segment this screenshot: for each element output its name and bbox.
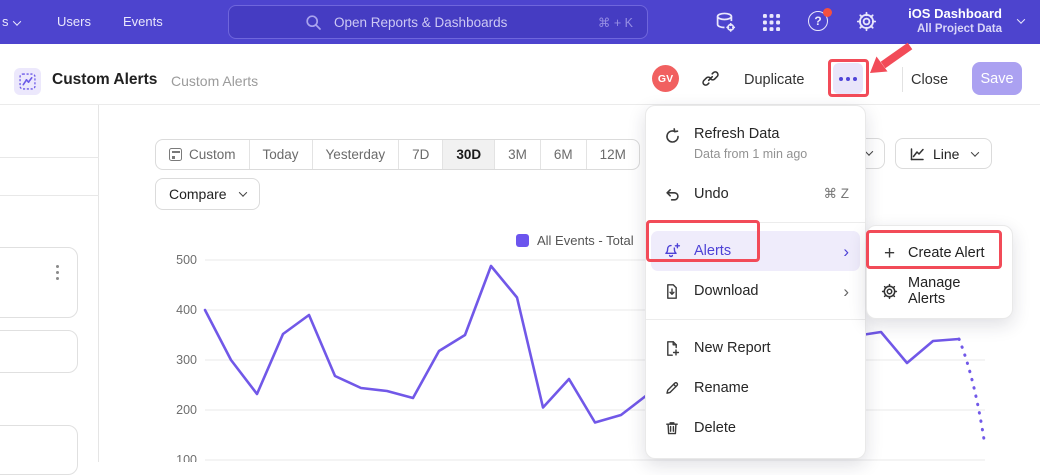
nav-item-events[interactable]: Events — [123, 14, 163, 29]
help-icon[interactable]: ? — [808, 11, 828, 31]
divider — [646, 319, 865, 320]
refresh-icon — [662, 128, 682, 145]
range-12m[interactable]: 12M — [587, 140, 639, 169]
chevron-down-icon — [238, 188, 246, 196]
search-placeholder: Open Reports & Dashboards — [334, 15, 507, 30]
share-link-icon[interactable] — [701, 69, 720, 93]
chevron-down-icon — [12, 17, 20, 25]
avatar[interactable]: GV — [652, 65, 679, 92]
range-custom[interactable]: Custom — [156, 140, 250, 169]
top-navbar: s Users Events Open Reports & Dashboards… — [0, 0, 1040, 44]
nav-item-partial[interactable]: s — [2, 14, 20, 29]
list-item[interactable] — [0, 330, 78, 373]
menu-item-label: Delete — [694, 420, 736, 436]
submenu-item-create-alert[interactable]: + Create Alert — [867, 234, 1012, 272]
shortcut-hint: ⌘ Z — [824, 186, 850, 202]
submenu-item-manage-alerts[interactable]: Manage Alerts — [867, 272, 1012, 310]
menu-item-refresh-data[interactable]: Refresh Data Data from 1 min ago — [646, 116, 865, 174]
search-icon — [305, 14, 322, 31]
report-icon — [14, 68, 41, 95]
menu-item-undo[interactable]: Undo ⌘ Z — [646, 174, 865, 214]
close-button[interactable]: Close — [911, 72, 948, 88]
divider — [0, 195, 99, 196]
legend-label: All Events - Total — [537, 233, 634, 248]
svg-text:300: 300 — [176, 353, 197, 367]
chevron-right-icon: › — [843, 283, 849, 300]
page-title: Custom Alerts — [52, 71, 157, 89]
undo-icon — [662, 186, 682, 203]
menu-item-alerts[interactable]: Alerts › — [651, 231, 860, 271]
download-icon — [662, 283, 682, 300]
list-item[interactable] — [0, 425, 78, 475]
range-today[interactable]: Today — [250, 140, 313, 169]
chevron-down-icon — [971, 148, 979, 156]
rename-icon — [662, 380, 682, 396]
list-item[interactable] — [0, 247, 78, 318]
compare-button[interactable]: Compare — [155, 178, 260, 210]
report-header: Custom Alerts Custom Alerts GV Duplicate… — [0, 44, 1040, 105]
more-actions-menu: Refresh Data Data from 1 min ago Undo ⌘ … — [645, 105, 866, 459]
chevron-right-icon: › — [843, 243, 849, 260]
chevron-down-icon — [865, 147, 873, 155]
alerts-icon — [662, 243, 682, 259]
range-3m[interactable]: 3M — [495, 140, 541, 169]
divider — [646, 222, 865, 223]
left-panel — [0, 105, 99, 462]
menu-item-label: Rename — [694, 380, 749, 396]
project-selector[interactable]: iOS Dashboard All Project Data — [908, 6, 1002, 35]
search-shortcut: ⌘ + K — [598, 15, 633, 30]
menu-item-label: Refresh Data — [694, 126, 807, 142]
menu-item-label: Download — [694, 283, 759, 299]
menu-item-label: New Report — [694, 340, 771, 356]
compare-label: Compare — [169, 186, 227, 202]
submenu-item-label: Create Alert — [908, 245, 985, 261]
menu-item-delete[interactable]: Delete — [646, 408, 865, 448]
chart-type-button[interactable]: Line — [895, 138, 992, 169]
range-yesterday[interactable]: Yesterday — [313, 140, 400, 169]
data-management-icon[interactable] — [714, 11, 737, 39]
notification-badge — [823, 8, 832, 17]
chart-legend: All Events - Total — [516, 233, 634, 248]
alerts-submenu: + Create Alert Manage Alerts — [866, 225, 1013, 319]
chevron-down-icon — [1017, 15, 1025, 23]
project-name: iOS Dashboard — [908, 6, 1002, 21]
range-30d[interactable]: 30D — [443, 140, 495, 169]
svg-text:200: 200 — [176, 403, 197, 417]
more-icon — [839, 77, 843, 81]
nav-item-users[interactable]: Users — [57, 14, 91, 29]
delete-icon — [662, 420, 682, 436]
manage-alerts-icon — [881, 283, 898, 300]
settings-icon[interactable] — [856, 11, 877, 37]
new-report-icon — [662, 340, 682, 357]
date-range-bar: CustomTodayYesterday7D30D3M6M12M — [155, 139, 640, 170]
more-actions-button[interactable] — [833, 63, 863, 94]
menu-item-sublabel: Data from 1 min ago — [694, 147, 807, 161]
divider — [0, 157, 99, 158]
divider — [902, 67, 903, 92]
menu-item-label: Undo — [694, 186, 729, 202]
range-6m[interactable]: 6M — [541, 140, 587, 169]
menu-item-label: Alerts — [694, 243, 731, 259]
svg-text:400: 400 — [176, 303, 197, 317]
calendar-icon — [169, 148, 182, 161]
project-scope: All Project Data — [908, 23, 1002, 35]
menu-item-new-report[interactable]: New Report — [646, 328, 865, 368]
svg-text:500: 500 — [176, 253, 197, 267]
save-button[interactable]: Save — [972, 62, 1022, 95]
range-7d[interactable]: 7D — [399, 140, 443, 169]
menu-item-download[interactable]: Download › — [646, 271, 865, 311]
apps-grid-icon[interactable] — [761, 12, 782, 38]
duplicate-button[interactable]: Duplicate — [744, 72, 804, 88]
svg-text:100: 100 — [176, 453, 197, 462]
legend-swatch — [516, 234, 529, 247]
chart-type-label: Line — [933, 146, 959, 162]
line-chart-icon — [909, 146, 925, 162]
menu-item-rename[interactable]: Rename — [646, 368, 865, 408]
breadcrumb: Custom Alerts — [171, 73, 258, 89]
submenu-item-label: Manage Alerts — [908, 275, 998, 307]
search-input[interactable]: Open Reports & Dashboards ⌘ + K — [228, 5, 648, 39]
create-alert-icon: + — [881, 244, 898, 263]
kebab-icon[interactable] — [56, 265, 59, 268]
